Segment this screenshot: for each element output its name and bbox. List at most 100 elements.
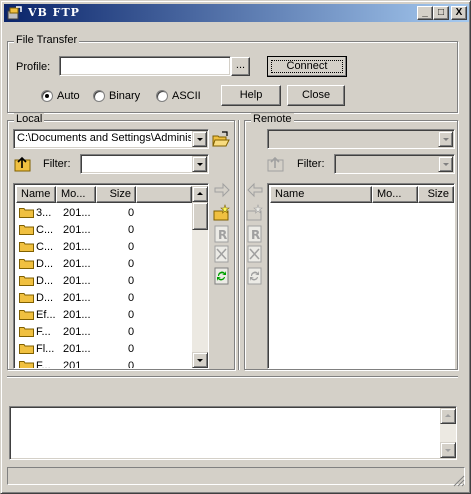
svg-text:R: R <box>218 228 227 242</box>
remote-column-header-modified[interactable]: Mo... <box>372 186 418 203</box>
remote-filter-label: Filter: <box>297 158 325 170</box>
table-row[interactable]: Ef... 201... 0 <box>16 307 192 324</box>
local-file-list[interactable]: Name Mo... Size 3... 201... 0 C... 201... 0 C.… <box>13 183 209 369</box>
column-header-modified[interactable]: Mo... <box>56 186 96 203</box>
radio-binary[interactable] <box>93 90 105 102</box>
radio-auto-label: Auto <box>57 90 80 102</box>
table-row[interactable]: C... 201... 0 <box>16 239 192 256</box>
folder-icon <box>19 207 34 218</box>
open-folder-icon[interactable] <box>212 131 230 149</box>
profile-input[interactable] <box>59 56 231 76</box>
size-grip-icon[interactable] <box>453 475 465 487</box>
refresh-icon[interactable] <box>213 267 231 285</box>
scroll-down-button[interactable] <box>192 352 208 368</box>
log-textarea[interactable] <box>9 406 457 460</box>
chevron-down-icon[interactable] <box>438 156 453 172</box>
radio-selected-dot <box>45 94 49 98</box>
local-path-dropdown[interactable]: C:\Documents and Settings\Administ <box>13 129 209 149</box>
radio-binary-label: Binary <box>109 90 141 102</box>
table-row[interactable]: F... 201 0 <box>16 358 192 369</box>
folder-icon <box>19 326 34 337</box>
row-modified: 201... <box>63 292 91 304</box>
row-name: F... <box>36 360 51 369</box>
maximize-button[interactable]: □ <box>433 6 449 20</box>
folder-icon <box>19 258 34 269</box>
local-filter-dropdown[interactable] <box>80 154 209 174</box>
chevron-down-icon[interactable] <box>192 156 207 172</box>
chevron-down-icon[interactable] <box>438 131 453 147</box>
row-modified: 201... <box>63 207 91 219</box>
app-icon <box>7 5 23 21</box>
scroll-thumb[interactable] <box>192 202 208 230</box>
local-list-scrollbar[interactable] <box>192 186 208 368</box>
remote-column-header-size[interactable]: Size <box>418 186 454 203</box>
row-size: 0 <box>128 258 135 270</box>
upload-arrow-icon[interactable] <box>213 181 231 199</box>
row-name: Fl... <box>36 343 55 355</box>
log-scroll-down-button[interactable] <box>440 442 456 458</box>
row-modified: 201... <box>63 326 91 338</box>
remote-column-header-name[interactable]: Name <box>270 186 372 203</box>
local-filter-label: Filter: <box>43 158 71 170</box>
panel-divider <box>238 120 240 370</box>
row-modified: 201... <box>63 224 91 236</box>
title-bar[interactable]: VB FTP _ □ X <box>4 4 469 22</box>
folder-icon <box>19 309 34 320</box>
remote-filter-dropdown[interactable] <box>334 154 455 174</box>
row-size: 0 <box>128 326 135 338</box>
profile-label: Profile: <box>16 61 51 73</box>
scroll-up-button[interactable] <box>192 186 208 202</box>
remote-path-dropdown[interactable] <box>267 129 455 149</box>
radio-auto[interactable] <box>41 90 53 102</box>
column-header-name[interactable]: Name <box>16 186 56 203</box>
radio-ascii-label: ASCII <box>172 90 201 102</box>
table-row[interactable]: 3... 201... 0 <box>16 205 192 222</box>
table-row[interactable]: D... 201... 0 <box>16 256 192 273</box>
row-modified: 201... <box>63 343 91 355</box>
file-transfer-group-label: File Transfer <box>14 34 80 46</box>
focus-ring <box>271 60 343 73</box>
row-modified: 201... <box>63 258 91 270</box>
app-window: VB FTP _ □ X File Transfer Profile: ... … <box>0 0 471 494</box>
browse-profile-button[interactable]: ... <box>231 57 250 76</box>
help-button[interactable]: Help <box>221 85 281 106</box>
column-header-size[interactable]: Size <box>96 186 136 203</box>
row-size: 0 <box>128 275 135 287</box>
remote-file-list[interactable]: Name Mo... Size <box>267 183 455 369</box>
rename-icon[interactable]: R <box>213 225 231 243</box>
new-folder-icon[interactable] <box>213 204 231 222</box>
log-scrollbar[interactable] <box>440 408 456 458</box>
row-name: D... <box>36 292 54 304</box>
table-row[interactable]: D... 201... 0 <box>16 290 192 307</box>
row-size: 0 <box>128 224 135 236</box>
row-modified: 201 <box>63 360 82 369</box>
close-window-button[interactable]: X <box>451 6 467 20</box>
table-row[interactable]: D... 201... 0 <box>16 273 192 290</box>
radio-ascii[interactable] <box>156 90 168 102</box>
row-name: F... <box>36 326 51 338</box>
parent-folder-icon[interactable] <box>14 155 32 173</box>
log-scroll-up-button[interactable] <box>440 408 456 424</box>
row-name: C... <box>36 241 54 253</box>
folder-icon <box>19 343 34 354</box>
minimize-button[interactable]: _ <box>417 6 433 20</box>
local-group-label: Local <box>14 113 45 125</box>
column-header-spacer <box>136 186 192 203</box>
row-size: 0 <box>128 292 135 304</box>
row-name: D... <box>36 258 54 270</box>
delete-icon[interactable] <box>213 245 231 263</box>
close-button[interactable]: Close <box>287 85 345 106</box>
row-name: 3... <box>36 207 52 219</box>
window-title: VB FTP <box>28 6 80 19</box>
table-row[interactable]: F... 201... 0 <box>16 324 192 341</box>
remote-parent-folder-icon[interactable] <box>267 155 285 173</box>
table-row[interactable]: Fl... 201... 0 <box>16 341 192 358</box>
row-size: 0 <box>128 343 135 355</box>
folder-icon <box>19 241 34 252</box>
row-name: D... <box>36 275 54 287</box>
row-name: Ef... <box>36 309 56 321</box>
row-modified: 201... <box>63 309 91 321</box>
table-row[interactable]: C... 201... 0 <box>16 222 192 239</box>
connect-button[interactable]: Connect <box>267 56 347 77</box>
chevron-down-icon[interactable] <box>192 131 207 147</box>
